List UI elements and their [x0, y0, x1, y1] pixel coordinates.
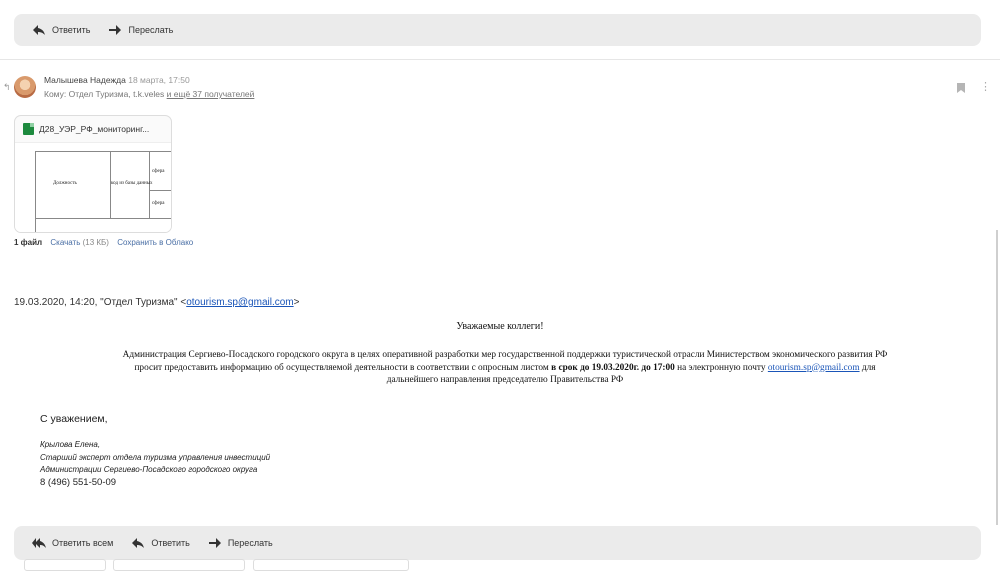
attachment-header: Д28_УЭР_РФ_мониторинг...	[15, 116, 171, 142]
forward-label: Переслать	[128, 25, 174, 35]
reply-all-button[interactable]: Ответить всем	[32, 537, 113, 549]
quote-header: 19.03.2020, 14:20, "Отдел Туризма" <otou…	[14, 297, 299, 308]
preview-label: сфера	[152, 201, 165, 206]
preview-label: сфера	[152, 169, 165, 174]
letter-line-2-c: для	[859, 362, 876, 373]
reply-all-label: Ответить всем	[52, 538, 114, 548]
chevron-left-icon[interactable]: ↰	[3, 82, 11, 93]
letter-line-3: дальнейшего направления председателю Пра…	[386, 375, 624, 385]
signature-regards: С уважением,	[40, 413, 108, 425]
sender-name[interactable]: Малышева Надежда	[44, 75, 126, 85]
preview-cell	[35, 218, 171, 232]
reply-all-icon	[32, 537, 46, 549]
signature-position: Старший эксперт отдела туризма управлени…	[40, 453, 271, 462]
reply-icon	[32, 24, 46, 36]
recipients-more-link[interactable]: и ещё 37 получателей	[167, 89, 255, 99]
save-to-cloud-link[interactable]: Сохранить в Облако	[117, 238, 193, 247]
signature-name: Крылова Елена,	[40, 440, 101, 449]
forward-label: Переслать	[227, 538, 273, 548]
letter-line-2-b: на электронную почту	[674, 362, 768, 373]
reply-label: Ответить	[151, 538, 190, 548]
forward-button[interactable]: Переслать	[108, 24, 173, 36]
forward-button[interactable]: Переслать	[208, 537, 273, 549]
top-toolbar: Ответить Переслать	[14, 14, 981, 46]
reply-label: Ответить	[52, 25, 91, 35]
bottom-toolbar: Ответить всем Ответить Переслать	[14, 526, 981, 560]
forward-icon	[108, 24, 122, 36]
signature-phone: 8 (496) 551-50-09	[40, 477, 117, 488]
letter-deadline: в срок до 19.03.2020г. до 17:00	[551, 362, 675, 373]
letter-line-2-a: просит предоставить информацию об осущес…	[134, 362, 552, 373]
sender-line: Малышева Надежда 18 марта, 17:50	[44, 75, 190, 85]
attachment-count: 1 файл	[14, 238, 43, 247]
attachment-file-name: Д28_УЭР_РФ_мониторинг...	[39, 124, 150, 134]
quote-email-link[interactable]: otourism.sp@gmail.com	[186, 297, 293, 308]
bookmark-icon[interactable]	[957, 80, 965, 93]
letter-greeting: Уважаемые коллеги!	[456, 321, 544, 332]
attachment-card[interactable]: Д28_УЭР_РФ_мониторинг... Должность код и…	[14, 115, 172, 233]
bottom-tab[interactable]	[253, 559, 409, 571]
letter-email-link[interactable]: otourism.sp@gmail.com	[768, 363, 860, 373]
download-link[interactable]: Скачать	[50, 238, 80, 247]
reply-icon	[131, 537, 145, 549]
quote-header-prefix: 19.03.2020, 14:20, "Отдел Туризма" <	[14, 297, 187, 308]
bottom-tab[interactable]	[113, 559, 245, 571]
letter-body: Администрация Сергиево-Посадского городс…	[40, 349, 970, 387]
divider	[0, 59, 1000, 60]
reply-button[interactable]: Ответить	[131, 537, 190, 549]
letter-line-2: просит предоставить информацию об осущес…	[40, 362, 970, 375]
attachment-size: (13 КБ)	[82, 238, 109, 247]
attachment-footer: 1 файл Скачать (13 КБ) Сохранить в Облак…	[14, 238, 193, 247]
reply-button[interactable]: Ответить	[32, 24, 90, 36]
letter-line-1: Администрация Сергиево-Посадского городс…	[122, 350, 888, 360]
signature-org: Администрации Сергиево-Посадского городс…	[40, 465, 258, 474]
attachment-preview: Должность код из базы данных сфера сфера	[15, 142, 171, 232]
message-date: 18 марта, 17:50	[128, 75, 190, 85]
forward-icon	[208, 537, 222, 549]
preview-label: код из базы данных	[111, 181, 153, 186]
excel-file-icon	[23, 123, 34, 135]
recipients-line: Кому: Отдел Туризма, t.k.veles и ещё 37 …	[44, 89, 254, 99]
recipients-prefix: Кому: Отдел Туризма, t.k.veles	[44, 89, 165, 99]
preview-label: Должность	[53, 181, 77, 186]
quote-header-suffix: >	[293, 297, 300, 308]
scrollbar[interactable]	[996, 230, 998, 525]
bottom-tab[interactable]	[24, 559, 106, 571]
avatar[interactable]	[14, 76, 36, 98]
more-options-icon[interactable]: ⋮	[980, 80, 991, 93]
